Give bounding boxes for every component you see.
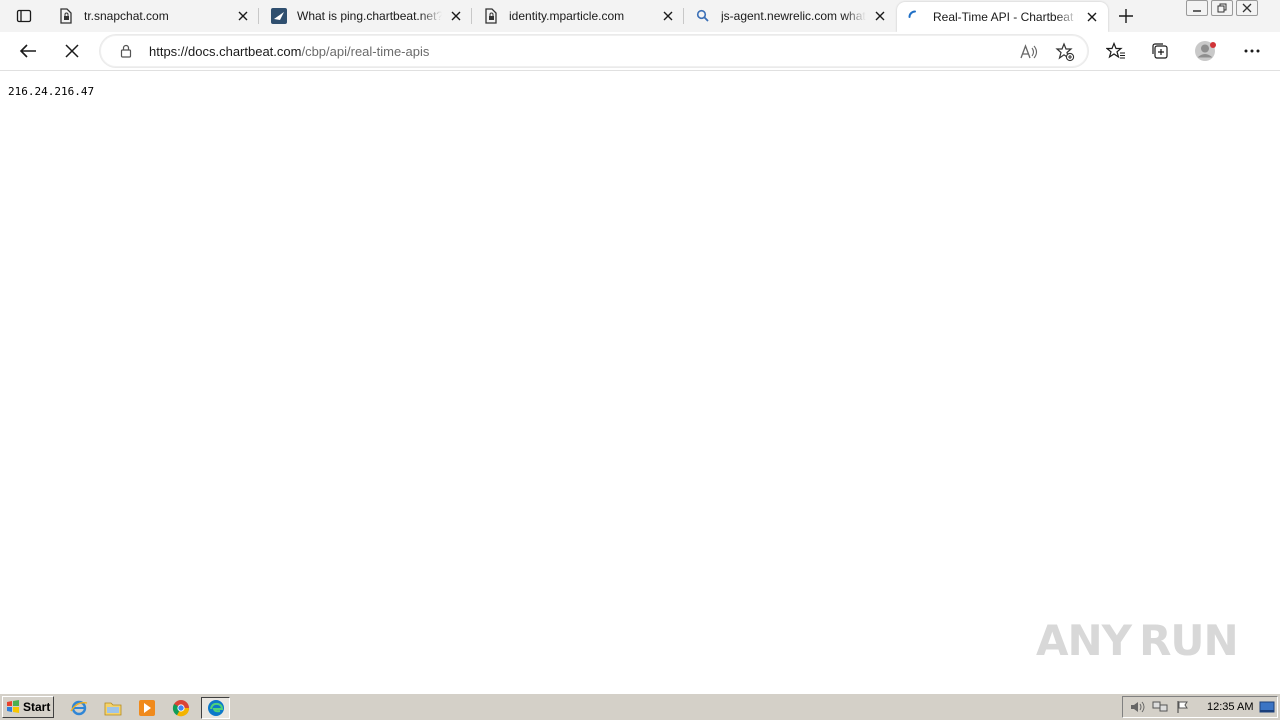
start-button[interactable]: Start [2,696,54,718]
tab-title: tr.snapchat.com [84,9,169,23]
tab-chartbeat-ping[interactable]: What is ping.chartbeat.net? [261,0,472,32]
add-favorite-button[interactable] [1054,41,1076,63]
tab-separator [471,8,472,24]
collections-icon [1152,43,1168,59]
taskbar-edge[interactable] [201,697,230,719]
favorites-icon [1106,42,1125,59]
tab-title: js-agent.newrelic.com what [721,9,866,23]
window-controls [1183,0,1258,18]
url-text[interactable]: https://docs.chartbeat.com/cbp/api/real-… [149,44,429,59]
address-bar[interactable]: https://docs.chartbeat.com/cbp/api/real-… [100,35,1088,67]
stop-loading-button[interactable] [57,36,87,66]
plus-icon [1119,9,1133,23]
taskbar-ie[interactable] [68,697,90,719]
tab-newrelic-search[interactable]: js-agent.newrelic.com what [685,0,896,32]
close-tab-icon[interactable] [448,8,464,24]
internet-explorer-icon [70,700,88,716]
network-icon[interactable] [1151,699,1169,715]
minimize-icon [1193,10,1201,12]
favorites-button[interactable] [1101,36,1131,66]
edge-icon [207,700,224,716]
url-host: https://docs.chartbeat.com [149,44,302,59]
tab-strip: tr.snapchat.com What is ping.chartbeat.n… [0,0,1280,32]
close-icon [1242,3,1252,13]
site-logo-icon [271,8,287,24]
chrome-icon [172,700,190,717]
back-button[interactable] [13,36,43,66]
windows-logo-icon [7,700,19,713]
page-content: 216.24.216.47 [0,71,1280,693]
watermark-right-text: RUN [1139,615,1239,665]
loading-spinner-icon [907,9,923,25]
restore-icon [1217,3,1227,13]
more-dots-icon [1244,49,1260,53]
lock-icon[interactable] [119,44,133,58]
taskbar-clock[interactable]: 12:35 AM [1207,701,1253,713]
watermark-left-text: ANY [1036,615,1132,665]
url-path: /cbp/api/real-time-apis [301,44,430,59]
stop-icon [65,44,79,58]
anyrun-watermark: ANY RUN [1036,608,1239,672]
collections-button[interactable] [1145,36,1175,66]
start-label: Start [23,700,51,714]
taskbar-media-player[interactable] [136,697,158,719]
tab-mparticle[interactable]: identity.mparticle.com [473,0,684,32]
tab-snapchat[interactable]: tr.snapchat.com [48,0,259,32]
restore-button[interactable] [1211,0,1233,16]
tab-title: Real-Time API - Chartbeat D [933,10,1078,24]
new-tab-button[interactable] [1114,4,1138,28]
action-center-flag-icon[interactable] [1174,699,1192,715]
read-aloud-icon [1020,44,1038,59]
star-add-icon [1055,42,1075,62]
tab-realtime-api[interactable]: Real-Time API - Chartbeat D [897,2,1108,32]
taskbar: Start 12:35 AM [0,693,1280,720]
page-lock-icon [58,8,74,24]
search-icon [695,8,711,24]
system-tray: 12:35 AM [1122,696,1278,718]
tab-separator [258,8,259,24]
tab-title: What is ping.chartbeat.net? [297,9,442,23]
settings-more-button[interactable] [1237,36,1267,66]
taskbar-explorer[interactable] [102,697,124,719]
navigation-toolbar: https://docs.chartbeat.com/cbp/api/real-… [0,32,1280,71]
tab-separator [683,8,684,24]
media-player-icon [139,700,155,716]
folder-icon [104,702,122,716]
close-tab-icon[interactable] [872,8,888,24]
volume-icon[interactable] [1128,699,1146,715]
back-arrow-icon [19,44,36,58]
tab-actions-button[interactable] [8,4,40,28]
show-desktop-icon[interactable] [1259,699,1275,715]
close-tab-icon[interactable] [1084,9,1100,25]
read-aloud-button[interactable] [1018,41,1040,63]
tab-title: identity.mparticle.com [509,9,625,23]
ip-address-text: 216.24.216.47 [8,85,95,98]
close-window-button[interactable] [1236,0,1258,16]
profile-button[interactable] [1191,36,1221,66]
close-tab-icon[interactable] [235,8,251,24]
page-lock-icon [483,8,499,24]
avatar-icon [1195,41,1216,61]
close-tab-icon[interactable] [660,8,676,24]
minimize-button[interactable] [1186,0,1208,16]
taskbar-chrome[interactable] [170,697,192,719]
tab-actions-icon [16,9,32,23]
